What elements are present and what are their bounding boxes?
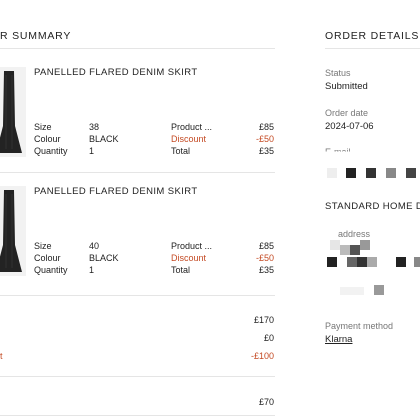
product-name[interactable]: PANELLED FLARED DENIM SKIRT: [34, 67, 198, 78]
colour-label: Colour: [34, 253, 61, 263]
order-item[interactable]: PANELLED FLARED DENIM SKIRT Size 40 Colo…: [0, 186, 275, 286]
order-details-title: ORDER DETAILS: [325, 30, 420, 42]
totals-divider: [0, 376, 275, 377]
item-divider: [0, 295, 275, 296]
status-label: Status: [325, 68, 351, 78]
subtotal-value: £170: [253, 315, 274, 325]
item-total-value: £35: [258, 146, 274, 156]
item-total-label: Total: [171, 265, 191, 275]
product-price-label: Product ...: [171, 241, 213, 251]
order-total-value: £70: [258, 397, 274, 407]
size-label: Size: [34, 122, 52, 132]
product-image[interactable]: [0, 186, 26, 276]
order-date-label: Order date: [325, 108, 369, 118]
order-discount-value: -£100: [250, 351, 274, 361]
email-label: E-mail: [325, 147, 351, 157]
product-price-value: £85: [258, 241, 274, 251]
order-summary-title: R SUMMARY: [0, 30, 72, 42]
product-name[interactable]: PANELLED FLARED DENIM SKIRT: [34, 186, 198, 197]
colour-value: BLACK: [89, 134, 119, 144]
payment-method-link[interactable]: Klarna: [325, 334, 352, 345]
status-value: Submitted: [325, 81, 368, 92]
discount-label: Discount: [171, 134, 207, 144]
order-date-value: 2024-07-06: [325, 121, 374, 132]
quantity-value: 1: [89, 146, 95, 156]
product-price-label: Product ...: [171, 122, 213, 132]
order-item[interactable]: PANELLED FLARED DENIM SKIRT Size 38 Colo…: [0, 67, 275, 167]
discount-value: -£50: [255, 134, 274, 144]
payment-method-label: Payment method: [325, 321, 394, 331]
colour-label: Colour: [34, 134, 61, 144]
item-total-label: Total: [171, 146, 191, 156]
size-value: 40: [89, 241, 100, 251]
details-divider: [325, 48, 420, 49]
skirt-image-icon: [0, 190, 22, 272]
order-discount-label: t: [0, 351, 3, 361]
product-price-value: £85: [258, 122, 274, 132]
size-value: 38: [89, 122, 100, 132]
summary-divider: [0, 48, 275, 49]
skirt-image-icon: [0, 71, 22, 153]
colour-value: BLACK: [89, 253, 119, 263]
bottom-divider: [0, 415, 275, 416]
quantity-value: 1: [89, 265, 95, 275]
discount-value: -£50: [255, 253, 274, 263]
quantity-label: Quantity: [34, 146, 68, 156]
quantity-label: Quantity: [34, 265, 68, 275]
item-total-value: £35: [258, 265, 274, 275]
delivery-method-title: STANDARD HOME DE: [325, 201, 420, 212]
discount-label: Discount: [171, 253, 207, 263]
address-label: address: [338, 229, 371, 239]
shipping-value: £0: [263, 333, 274, 343]
size-label: Size: [34, 241, 52, 251]
product-image[interactable]: [0, 67, 26, 157]
item-divider: [0, 172, 275, 173]
